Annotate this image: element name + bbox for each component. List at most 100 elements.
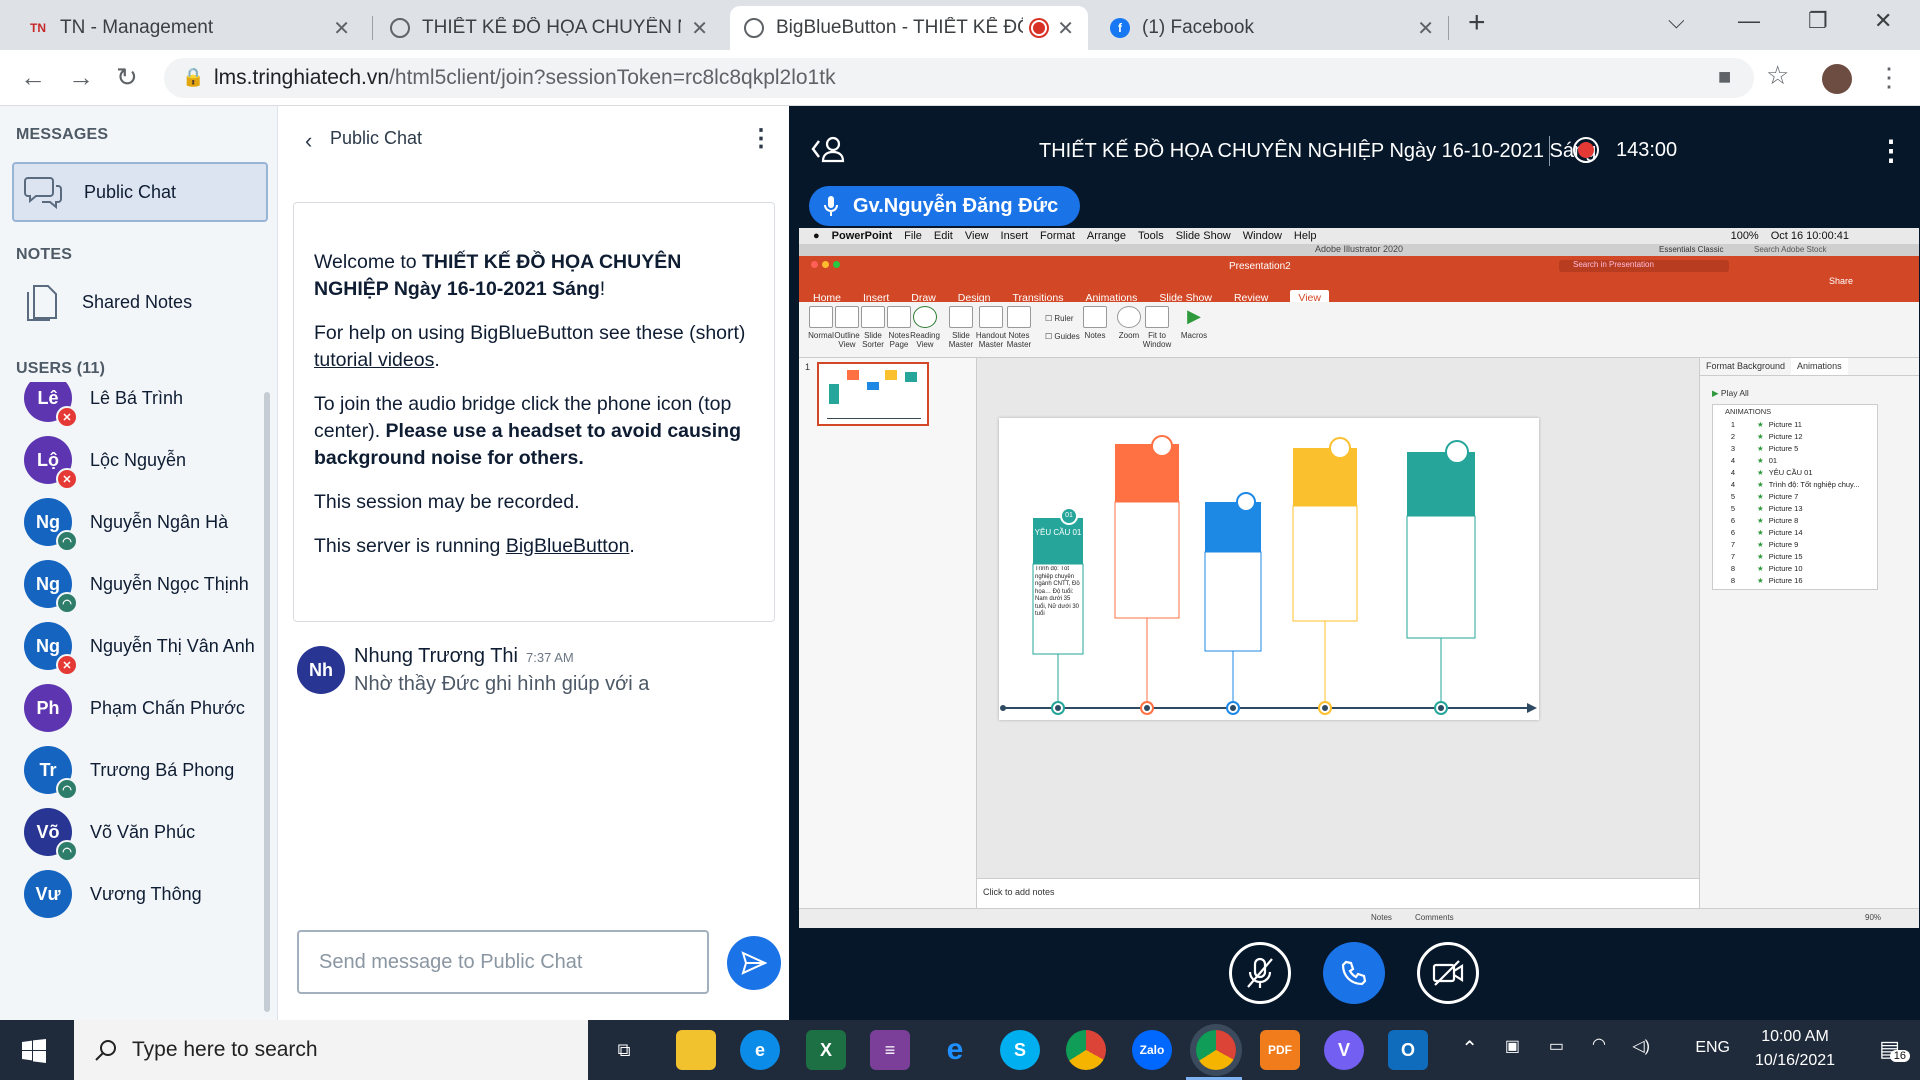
tab-title: THIẾT KẾ ĐỒ HỌA CHUYÊN NGHIỆP <box>422 17 681 38</box>
zalo-icon[interactable]: Zalo <box>1132 1030 1172 1070</box>
sidebar-item-shared-notes[interactable]: Shared Notes <box>12 272 268 332</box>
slide-canvas: YÊU CẦU 01 01 Trình độ: Tốt nghiệp chuyê… <box>999 418 1539 720</box>
animation-row: 7 ★ Picture 15 <box>1713 550 1877 562</box>
divider <box>1549 136 1550 166</box>
presentation-area: THIẾT KẾ ĐỒ HỌA CHUYÊN NGHIỆP Ngày 16-10… <box>789 106 1920 1020</box>
close-tab-icon[interactable]: ✕ <box>333 16 350 41</box>
animation-row: 2 ★ Picture 12 <box>1713 430 1877 442</box>
welcome-help-text: For help on using BigBlueButton see thes… <box>314 322 746 344</box>
users-heading: USERS (11) <box>16 360 106 377</box>
options-menu-icon[interactable]: ⋮ <box>1877 134 1905 167</box>
chat-message-input[interactable]: Send message to Public Chat <box>297 930 709 994</box>
tab-thiet-ke[interactable]: THIẾT KẾ ĐỒ HỌA CHUYÊN NGHIỆP ✕ <box>376 6 722 50</box>
user-list-item[interactable]: Ng ◠ Nguyễn Ngọc Thịnh <box>24 560 249 614</box>
animation-star-icon: ★ <box>1757 491 1764 501</box>
pane-tab: Format Background <box>1706 361 1786 371</box>
user-list-item[interactable]: Vư Vương Thông <box>24 870 202 918</box>
restore-button[interactable]: ❐ <box>1808 8 1828 34</box>
excel-icon[interactable]: X <box>806 1030 846 1070</box>
close-tab-icon[interactable]: ✕ <box>1417 16 1434 41</box>
new-tab-button[interactable]: + <box>1468 6 1486 40</box>
windows-start-icon[interactable] <box>22 1039 46 1063</box>
wifi-icon[interactable]: ◠ <box>1592 1034 1606 1054</box>
winrar-icon[interactable]: ≡ <box>870 1030 910 1070</box>
animation-order: 5 <box>1730 503 1735 513</box>
animation-order: 6 <box>1730 527 1735 537</box>
reload-button[interactable]: ↻ <box>116 62 138 93</box>
mac-menu-item: Insert <box>1000 230 1029 242</box>
windows-taskbar: Type here to search ⧉ e X ≡ e S Zalo PDF… <box>0 1020 1920 1080</box>
battery-icon[interactable]: ▭ <box>1549 1036 1564 1056</box>
user-list-item[interactable]: Ph Phạm Chấn Phước <box>24 684 245 732</box>
close-tab-icon[interactable]: ✕ <box>1057 16 1074 41</box>
chevron-up-icon[interactable]: ⌃ <box>1461 1036 1478 1061</box>
mac-menu-item: Arrange <box>1086 230 1127 242</box>
animation-star-icon: ★ <box>1757 515 1764 525</box>
sidebar-item-public-chat[interactable]: Public Chat <box>12 162 268 222</box>
user-list-item[interactable]: Tr ◠ Trương Bá Phong <box>24 746 234 800</box>
profile-avatar[interactable] <box>1822 64 1852 94</box>
tab-facebook[interactable]: f (1) Facebook ✕ <box>1096 6 1448 50</box>
animation-rows: 1 ★ Picture 11 2 ★ Picture 12 3 ★ Picture 5 4 ★ 01 4… <box>1713 418 1877 586</box>
bookmark-star-icon[interactable]: ☆ <box>1766 60 1789 91</box>
avatar: Lộ ✕ <box>24 436 78 490</box>
file-explorer-icon[interactable] <box>676 1030 716 1070</box>
mac-menu-item: Help <box>1293 230 1317 242</box>
tablet-icon[interactable]: ▣ <box>1505 1036 1520 1056</box>
tab-tn-management[interactable]: TN TN - Management ✕ <box>14 6 364 50</box>
chrome-active-icon[interactable] <box>1196 1030 1236 1070</box>
close-window-button[interactable]: ✕ <box>1874 8 1892 34</box>
user-name: Lộc Nguyễn <box>90 449 187 470</box>
animation-name: Picture 15 <box>1768 551 1803 561</box>
minimize-button[interactable]: — <box>1738 8 1760 34</box>
clock-date[interactable]: 10/16/2021 <box>1746 1052 1844 1070</box>
share-webcam-button[interactable] <box>1417 942 1479 1004</box>
avatar: Võ ◠ <box>24 808 78 862</box>
user-list-item[interactable]: Ng ◠ Nguyễn Ngân Hà <box>24 498 228 552</box>
user-list-item[interactable]: Võ ◠ Võ Văn Phúc <box>24 808 195 862</box>
pdf-icon[interactable]: PDF <box>1260 1030 1300 1070</box>
avatar: Ng ◠ <box>24 498 78 552</box>
bigbluebutton-link[interactable]: BigBlueButton <box>506 535 630 557</box>
record-button[interactable] <box>1573 137 1599 163</box>
camera-icon[interactable]: ■ <box>1718 64 1731 90</box>
taskbar-search[interactable]: Type here to search <box>74 1020 588 1080</box>
chat-options-icon[interactable]: ⋮ <box>749 124 773 153</box>
user-list-item[interactable]: Ng ✕ Nguyễn Thị Vân Anh <box>24 622 255 676</box>
chevron-left-icon[interactable]: ‹ <box>305 128 312 154</box>
viber-icon[interactable]: V <box>1324 1030 1364 1070</box>
forward-button[interactable]: → <box>68 62 94 93</box>
user-list-item[interactable]: Lê ✕ Lê Bá Trình <box>24 382 183 428</box>
close-tab-icon[interactable]: ✕ <box>691 16 708 41</box>
task-view-icon[interactable]: ⧉ <box>604 1030 644 1070</box>
status-notes: Notes <box>1371 913 1392 922</box>
language-indicator[interactable]: ENG <box>1695 1039 1730 1057</box>
search-in-presentation: Search in Presentation <box>1559 260 1729 272</box>
user-list-toggle-icon[interactable] <box>811 134 845 164</box>
send-button[interactable] <box>727 936 781 990</box>
outlook-icon[interactable]: O <box>1388 1030 1428 1070</box>
leave-audio-button[interactable] <box>1323 942 1385 1004</box>
chrome-icon[interactable] <box>1066 1030 1106 1070</box>
unmute-button[interactable] <box>1229 942 1291 1004</box>
tutorial-videos-link[interactable]: tutorial videos <box>314 349 434 371</box>
clock-time[interactable]: 10:00 AM <box>1746 1028 1844 1046</box>
volume-icon[interactable]: ◁) <box>1632 1036 1650 1056</box>
url-bar[interactable]: 🔒 lms.tringhiatech.vn/html5client/join?s… <box>164 58 1754 98</box>
chat-bubbles-icon <box>24 177 62 210</box>
back-button[interactable]: ← <box>20 62 46 93</box>
edge-icon[interactable]: e <box>740 1030 780 1070</box>
search-icon <box>95 1040 116 1061</box>
internet-explorer-icon[interactable]: e <box>935 1030 975 1070</box>
user-list-scrollbar[interactable] <box>264 392 270 1012</box>
browser-menu-icon[interactable]: ⋮ <box>1876 62 1902 93</box>
chat-header-title[interactable]: Public Chat <box>330 128 422 149</box>
welcome-server-text: This server is running <box>314 535 506 557</box>
tab-search-chevron-icon[interactable]: ⌵ <box>1668 8 1685 34</box>
skype-icon[interactable]: S <box>1000 1030 1040 1070</box>
user-list-item[interactable]: Lộ ✕ Lộc Nguyễn <box>24 436 187 490</box>
screen-share-view[interactable]: ● PowerPoint File Edit View Insert Forma… <box>799 228 1919 928</box>
mac-menu-item: Format <box>1040 230 1075 242</box>
lock-icon: 🔒 <box>182 67 205 87</box>
tab-bigbluebutton[interactable]: BigBlueButton - THIẾT KẾ ĐỒ HỌA ✕ <box>730 6 1088 50</box>
